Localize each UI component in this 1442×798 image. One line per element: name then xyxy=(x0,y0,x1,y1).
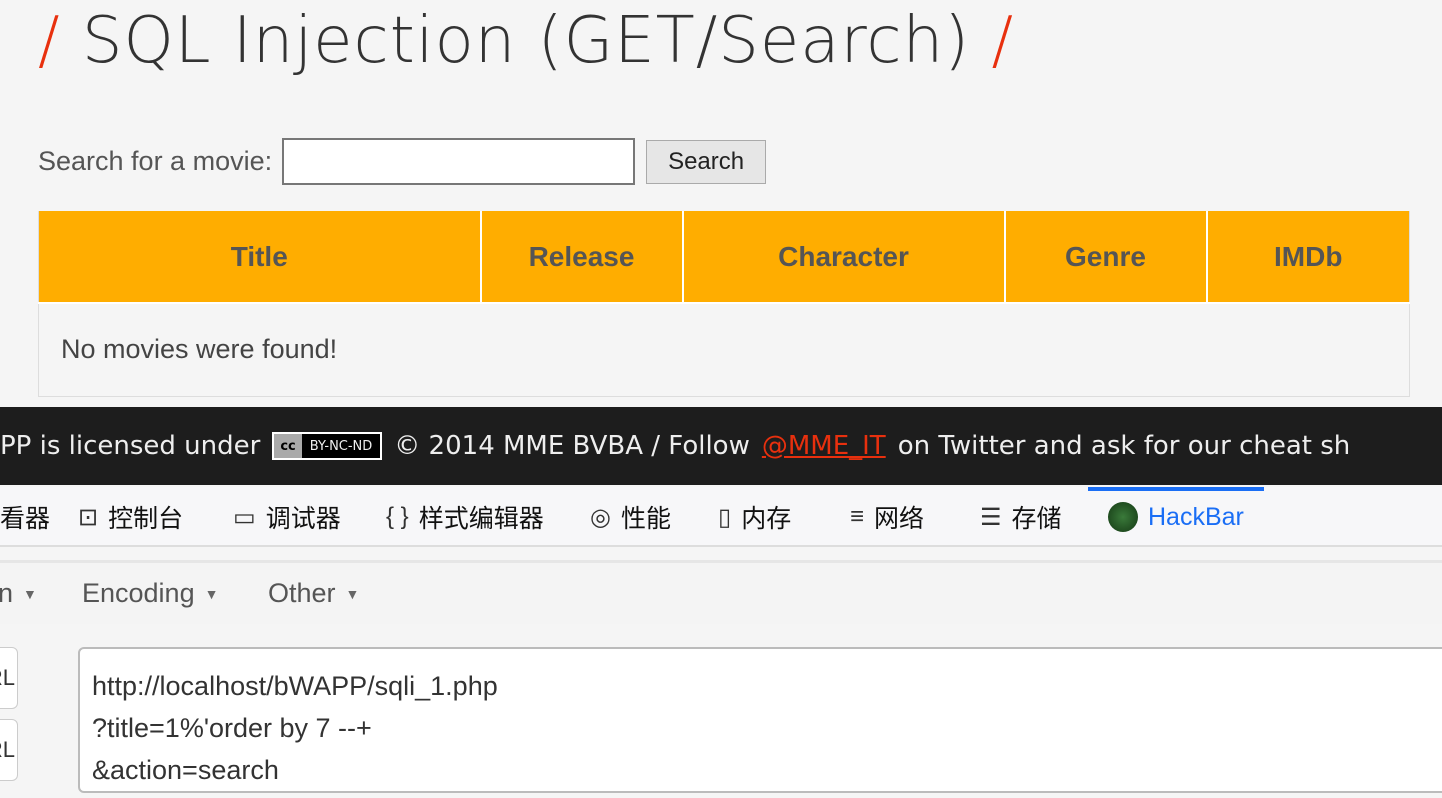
hackbar-icon xyxy=(1108,502,1138,532)
menu-partial[interactable]: n ▼ xyxy=(0,578,37,609)
cc-license-badge[interactable]: cc BY-NC-ND xyxy=(272,432,383,460)
empty-message: No movies were found! xyxy=(38,302,1410,397)
caret-down-icon: ▼ xyxy=(23,585,37,602)
load-url-button[interactable]: URL xyxy=(0,647,18,709)
col-imdb: IMDb xyxy=(1205,211,1410,304)
tab-label: HackBar xyxy=(1148,502,1244,531)
col-character: Character xyxy=(681,211,1006,304)
tab-label: 网络 xyxy=(874,505,925,533)
tab-memory[interactable]: ▯ 内存 xyxy=(718,487,791,547)
col-title: Title xyxy=(38,211,482,304)
tab-label: 控制台 xyxy=(108,505,184,533)
search-form: Search for a movie: Search xyxy=(38,138,767,185)
search-input[interactable] xyxy=(282,138,636,185)
tab-label: 看器 xyxy=(0,505,51,533)
copyright-text: © 2014 MME BVBA / Follow xyxy=(394,431,750,461)
menu-label: Other xyxy=(268,578,336,608)
tab-console[interactable]: ⊡ 控制台 xyxy=(78,487,183,547)
footer: PP is licensed under cc BY-NC-ND © 2014 M… xyxy=(0,407,1442,485)
tab-storage[interactable]: ☰ 存储 xyxy=(980,487,1062,547)
console-icon: ⊡ xyxy=(78,503,99,531)
memory-icon: ▯ xyxy=(718,503,732,531)
split-url-button[interactable]: RL xyxy=(0,719,18,781)
tab-style-editor[interactable]: { } 样式编辑器 xyxy=(386,487,544,547)
tab-label: 性能 xyxy=(620,505,671,533)
caret-down-icon: ▼ xyxy=(204,585,219,602)
menu-encoding[interactable]: Encoding ▼ xyxy=(82,578,218,609)
title-slash-right: / xyxy=(991,4,1015,78)
tab-label: 调试器 xyxy=(265,505,341,533)
menu-other[interactable]: Other ▼ xyxy=(268,578,359,609)
page-title: / SQL Injection (GET/Search) / xyxy=(38,4,1014,78)
caret-down-icon: ▼ xyxy=(345,585,360,602)
menu-label: Encoding xyxy=(82,578,195,608)
network-icon: ≡ xyxy=(850,503,865,530)
cc-icon: cc xyxy=(274,434,302,458)
col-release: Release xyxy=(479,211,684,304)
tab-label: 内存 xyxy=(741,505,792,533)
url-textarea[interactable]: http://localhost/bWAPP/sqli_1.php ?title… xyxy=(78,647,1442,793)
tab-inspector[interactable]: 看器 xyxy=(0,487,50,547)
twitter-link[interactable]: @MME_IT xyxy=(762,431,886,461)
col-genre: Genre xyxy=(1003,211,1208,304)
devtools-tabbar: 看器 ⊡ 控制台 ▭ 调试器 { } 样式编辑器 ◎ 性能 ▯ 内存 ≡ 网络 ☰ 存储 Ha… xyxy=(0,487,1442,547)
license-text: PP is licensed under xyxy=(0,431,261,461)
menu-label: n xyxy=(0,578,14,608)
page-title-text: SQL Injection (GET/Search) xyxy=(81,4,971,78)
style-editor-icon: { } xyxy=(386,503,409,530)
table-row: No movies were found! xyxy=(38,302,1410,397)
title-slash-left: / xyxy=(38,4,61,78)
footer-text: on Twitter and ask for our cheat sh xyxy=(897,431,1351,461)
movies-table: Title Release Character Genre IMDb No mo… xyxy=(38,211,1410,397)
storage-icon: ☰ xyxy=(980,503,1002,531)
tab-debugger[interactable]: ▭ 调试器 xyxy=(233,487,341,547)
cc-label: BY-NC-ND xyxy=(309,438,373,454)
table-header-row: Title Release Character Genre IMDb xyxy=(38,211,1410,304)
search-label: Search for a movie: xyxy=(38,146,273,176)
tab-performance[interactable]: ◎ 性能 xyxy=(590,487,671,547)
performance-icon: ◎ xyxy=(590,503,611,531)
search-button[interactable]: Search xyxy=(646,139,767,184)
hackbar-menubar: n ▼ Encoding ▼ Other ▼ xyxy=(0,560,1442,624)
tab-network[interactable]: ≡ 网络 xyxy=(850,487,924,547)
tab-hackbar[interactable]: HackBar xyxy=(1088,487,1264,547)
tab-label: 样式编辑器 xyxy=(418,505,544,533)
tab-label: 存储 xyxy=(1011,505,1062,533)
debugger-icon: ▭ xyxy=(233,503,256,531)
